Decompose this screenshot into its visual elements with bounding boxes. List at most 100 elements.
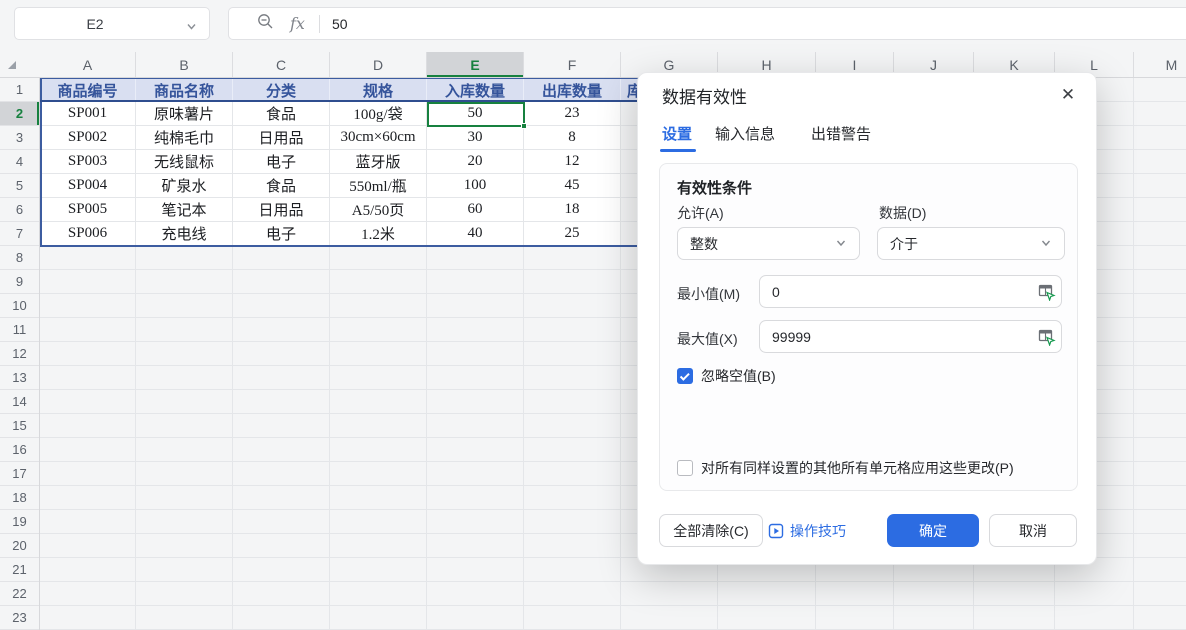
name-box-value: E2 xyxy=(86,16,103,32)
cell-D3[interactable]: 30cm×60cm xyxy=(330,126,427,150)
table-header-cell[interactable]: 入库数量 xyxy=(427,78,524,102)
cell-F3[interactable]: 8 xyxy=(524,126,621,150)
cell-E6[interactable]: 60 xyxy=(427,198,524,222)
row-header-13[interactable]: 13 xyxy=(0,366,39,390)
row-header-3[interactable]: 3 xyxy=(0,126,39,150)
cell-B5[interactable]: 矿泉水 xyxy=(136,174,233,198)
row-header-7[interactable]: 7 xyxy=(0,222,39,246)
cell-A2[interactable]: SP001 xyxy=(40,102,136,126)
row-header-15[interactable]: 15 xyxy=(0,414,39,438)
chevron-down-icon xyxy=(835,236,847,252)
row-header-23[interactable]: 23 xyxy=(0,606,39,630)
column-header-C[interactable]: C xyxy=(233,52,330,77)
row-header-22[interactable]: 22 xyxy=(0,582,39,606)
cell-E7[interactable]: 40 xyxy=(427,222,524,246)
cell-C2[interactable]: 食品 xyxy=(233,102,330,126)
tips-link[interactable]: 操作技巧 xyxy=(768,514,846,547)
cell-B4[interactable]: 无线鼠标 xyxy=(136,150,233,174)
cell-C4[interactable]: 电子 xyxy=(233,150,330,174)
tab-settings[interactable]: 设置 xyxy=(662,123,692,144)
cell-A7[interactable]: SP006 xyxy=(40,222,136,246)
cell-F7[interactable]: 25 xyxy=(524,222,621,246)
apply-all-checkbox[interactable]: 对所有同样设置的其他所有单元格应用这些更改(P) xyxy=(677,458,1014,478)
column-header-D[interactable]: D xyxy=(330,52,427,77)
cell-C5[interactable]: 食品 xyxy=(233,174,330,198)
range-picker-icon[interactable] xyxy=(1038,283,1056,301)
ignore-blank-checkbox[interactable]: 忽略空值(B) xyxy=(677,366,776,386)
row-header-4[interactable]: 4 xyxy=(0,150,39,174)
cell-E4[interactable]: 20 xyxy=(427,150,524,174)
cell-F6[interactable]: 18 xyxy=(524,198,621,222)
column-header-F[interactable]: F xyxy=(524,52,621,77)
cell-B2[interactable]: 原味薯片 xyxy=(136,102,233,126)
tab-input-message[interactable]: 输入信息 xyxy=(715,123,775,144)
data-select[interactable]: 介于 xyxy=(877,227,1065,260)
search-icon[interactable] xyxy=(257,13,274,35)
chevron-down-icon xyxy=(186,19,197,35)
cell-D4[interactable]: 蓝牙版 xyxy=(330,150,427,174)
gridline xyxy=(1133,78,1134,630)
row-header-19[interactable]: 19 xyxy=(0,510,39,534)
cell-A3[interactable]: SP002 xyxy=(40,126,136,150)
row-header-8[interactable]: 8 xyxy=(0,246,39,270)
cell-F5[interactable]: 45 xyxy=(524,174,621,198)
table-header-cell[interactable]: 出库数量 xyxy=(524,78,621,102)
select-all-corner[interactable] xyxy=(0,52,40,78)
range-picker-icon[interactable] xyxy=(1038,328,1056,346)
cell-B6[interactable]: 笔记本 xyxy=(136,198,233,222)
row-header-18[interactable]: 18 xyxy=(0,486,39,510)
column-header-B[interactable]: B xyxy=(136,52,233,77)
cell-F4[interactable]: 12 xyxy=(524,150,621,174)
cell-A4[interactable]: SP003 xyxy=(40,150,136,174)
clear-all-button[interactable]: 全部清除(C) xyxy=(659,514,763,547)
formula-bar-value[interactable]: 50 xyxy=(332,16,348,32)
table-header-cell[interactable]: 商品编号 xyxy=(40,78,136,102)
cell-E5[interactable]: 100 xyxy=(427,174,524,198)
select-all-triangle-icon xyxy=(6,59,18,71)
column-header-E[interactable]: E xyxy=(427,52,524,77)
ok-button[interactable]: 确定 xyxy=(887,514,979,547)
data-validation-dialog: 数据有效性 ✕ 设置 输入信息 出错警告 有效性条件 允许(A) 数据(D) 整… xyxy=(637,72,1097,565)
table-header-cell[interactable]: 商品名称 xyxy=(136,78,233,102)
min-value-input[interactable] xyxy=(759,275,1062,308)
cancel-button[interactable]: 取消 xyxy=(989,514,1077,547)
tab-error-alert[interactable]: 出错警告 xyxy=(811,123,871,144)
row-header-12[interactable]: 12 xyxy=(0,342,39,366)
cell-A6[interactable]: SP005 xyxy=(40,198,136,222)
row-header-14[interactable]: 14 xyxy=(0,390,39,414)
row-header-21[interactable]: 21 xyxy=(0,558,39,582)
row-header-5[interactable]: 5 xyxy=(0,174,39,198)
row-header-10[interactable]: 10 xyxy=(0,294,39,318)
cell-B7[interactable]: 充电线 xyxy=(136,222,233,246)
row-header-9[interactable]: 9 xyxy=(0,270,39,294)
cell-C7[interactable]: 电子 xyxy=(233,222,330,246)
cell-D2[interactable]: 100g/袋 xyxy=(330,102,427,126)
cell-B3[interactable]: 纯棉毛巾 xyxy=(136,126,233,150)
table-header-cell[interactable]: 分类 xyxy=(233,78,330,102)
row-header-2[interactable]: 2 xyxy=(0,102,39,126)
row-header-16[interactable]: 16 xyxy=(0,438,39,462)
column-header-M[interactable]: M xyxy=(1134,52,1186,77)
name-box[interactable]: E2 xyxy=(14,7,210,40)
table-header-cell[interactable]: 规格 xyxy=(330,78,427,102)
insert-function-icon[interactable]: fx xyxy=(290,14,305,33)
cell-D7[interactable]: 1.2米 xyxy=(330,222,427,246)
formula-bar[interactable]: fx 50 xyxy=(228,7,1186,40)
row-header-11[interactable]: 11 xyxy=(0,318,39,342)
max-value-input[interactable] xyxy=(759,320,1062,353)
row-header-1[interactable]: 1 xyxy=(0,78,39,102)
column-header-A[interactable]: A xyxy=(40,52,136,77)
cell-C3[interactable]: 日用品 xyxy=(233,126,330,150)
cell-D5[interactable]: 550ml/瓶 xyxy=(330,174,427,198)
cell-D6[interactable]: A5/50页 xyxy=(330,198,427,222)
row-header-20[interactable]: 20 xyxy=(0,534,39,558)
cell-A5[interactable]: SP004 xyxy=(40,174,136,198)
allow-select[interactable]: 整数 xyxy=(677,227,860,260)
cell-E3[interactable]: 30 xyxy=(427,126,524,150)
row-header-6[interactable]: 6 xyxy=(0,198,39,222)
cell-E2[interactable]: 50 xyxy=(427,102,524,126)
cell-C6[interactable]: 日用品 xyxy=(233,198,330,222)
cell-F2[interactable]: 23 xyxy=(524,102,621,126)
close-icon[interactable]: ✕ xyxy=(1056,83,1080,107)
row-header-17[interactable]: 17 xyxy=(0,462,39,486)
